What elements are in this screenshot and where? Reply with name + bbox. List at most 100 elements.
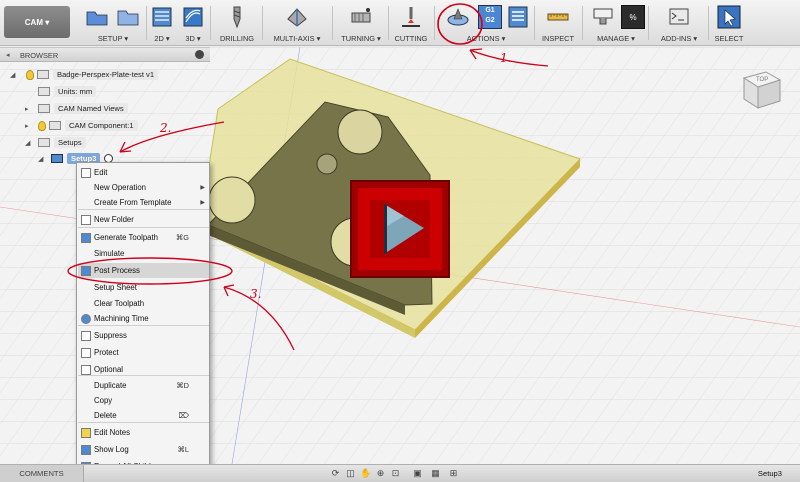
group-turning[interactable]: TURNING ▾	[336, 0, 386, 46]
menu-item-suppress[interactable]: Suppress	[78, 328, 209, 343]
add-ins-icon[interactable]	[667, 5, 691, 29]
multi-axis-icon[interactable]	[285, 5, 309, 29]
expand-triangle-icon[interactable]: ▸	[25, 105, 33, 113]
setup-folder-icon[interactable]	[85, 5, 109, 29]
pan-icon[interactable]: ✋	[360, 468, 371, 479]
simulate-icon[interactable]	[446, 5, 470, 29]
hole-left	[208, 176, 256, 224]
setup-sheet-icon[interactable]	[506, 5, 530, 29]
menu-item-label: Simulate	[94, 249, 125, 258]
collapse-triangle-icon[interactable]: ◢	[38, 155, 46, 163]
collapse-browser-icon[interactable]: ◂	[6, 51, 10, 59]
menu-item-new-folder[interactable]: New Folder	[78, 212, 209, 227]
tree-item-named-views[interactable]: ▸ CAM Named Views	[25, 100, 128, 117]
tree-item-setups[interactable]: ◢ Setups	[25, 134, 86, 151]
group-add-ins[interactable]: ADD-INS ▾	[654, 0, 704, 46]
toolbar-divider	[388, 6, 389, 40]
menu-item-new-operation[interactable]: New Operation ▶	[78, 180, 209, 195]
select-arrow-icon[interactable]	[717, 5, 741, 29]
group-manage[interactable]: % MANAGE ▾	[588, 0, 645, 46]
menu-item-machining-time[interactable]: Machining Time	[78, 311, 209, 326]
3d-milling-icon[interactable]	[181, 5, 205, 29]
expand-triangle-icon[interactable]: ▸	[25, 122, 33, 130]
orbit-icon[interactable]: ⟳	[330, 468, 341, 479]
group-multi-axis[interactable]: MULTI-AXIS ▾	[268, 0, 326, 46]
comments-tab[interactable]: COMMENTS	[0, 465, 84, 482]
menu-item-delete[interactable]: Delete ⌦	[78, 408, 209, 423]
viewports-icon[interactable]: ⊞	[448, 468, 459, 479]
drill-icon[interactable]	[225, 5, 249, 29]
menu-item-label: Create From Template	[94, 198, 172, 207]
toolbar-divider	[708, 6, 709, 40]
menu-item-post-process[interactable]: Post Process	[78, 263, 209, 278]
tree-item-document[interactable]: ◢ Badge-Perspex-Plate-test v1	[10, 66, 159, 83]
post-process-g1g2-icon[interactable]: G1 G2	[478, 5, 502, 29]
play-video-overlay[interactable]	[350, 180, 450, 278]
group-setup[interactable]: SETUP ▾	[80, 0, 146, 46]
g2-text: G2	[485, 17, 495, 24]
toolbar-divider	[262, 6, 263, 40]
group-3d[interactable]: 3D ▾	[178, 0, 208, 46]
visibility-bulb-icon[interactable]	[26, 69, 34, 80]
suppress-checkbox-icon	[81, 330, 91, 341]
group-2d[interactable]: 2D ▾	[148, 0, 176, 46]
menu-shortcut: ⌘G	[175, 233, 189, 242]
group-cutting[interactable]: CUTTING	[391, 0, 431, 46]
browser-title: BROWSER	[20, 51, 59, 60]
menu-item-create-from-template[interactable]: Create From Template ▶	[78, 195, 209, 210]
menu-item-duplicate[interactable]: Duplicate ⌘D	[78, 378, 209, 393]
visibility-bulb-icon[interactable]	[38, 120, 46, 131]
group-drilling[interactable]: DRILLING	[214, 0, 260, 46]
display-settings-icon[interactable]: ▣	[412, 468, 423, 479]
show-log-icon	[81, 444, 91, 455]
group-select[interactable]: SELECT	[712, 0, 746, 46]
menu-item-edit[interactable]: Edit	[78, 165, 209, 180]
menu-item-label: Duplicate	[94, 381, 127, 390]
menu-item-simulate[interactable]: Simulate	[78, 246, 209, 261]
turning-icon[interactable]	[349, 5, 373, 29]
menu-item-show-log[interactable]: Show Log ⌘L	[78, 442, 209, 457]
machining-time-icon	[81, 313, 91, 324]
2d-milling-icon[interactable]	[150, 5, 174, 29]
tool-library-icon[interactable]	[591, 5, 615, 29]
menu-item-label: New Folder	[94, 215, 134, 224]
viewcube-icon[interactable]: TOP	[736, 66, 786, 116]
group-actions[interactable]: G1 G2 ACTIONS ▾	[440, 0, 532, 46]
post-library-icon[interactable]: %	[621, 5, 645, 29]
viewcube[interactable]: TOP	[736, 66, 786, 116]
collapse-triangle-icon[interactable]: ◢	[25, 139, 33, 147]
hole-small	[316, 153, 338, 175]
menu-item-protect[interactable]: Protect	[78, 345, 209, 360]
units-icon	[38, 87, 50, 96]
menu-item-copy[interactable]: Copy	[78, 393, 209, 408]
grid-settings-icon[interactable]: ▦	[430, 468, 441, 479]
drilling-label: DRILLING	[219, 34, 255, 43]
fit-icon[interactable]: ⊡	[390, 468, 401, 479]
browser-options-icon[interactable]	[195, 50, 204, 59]
menu-item-label: Generate Toolpath	[94, 233, 159, 242]
menu-item-edit-notes[interactable]: Edit Notes	[78, 425, 209, 440]
menu-item-clear-toolpath[interactable]: Clear Toolpath	[78, 296, 209, 311]
turning-label: TURNING	[341, 34, 375, 43]
optional-checkbox-icon	[81, 364, 91, 375]
hole-top	[337, 109, 383, 155]
menu-item-optional[interactable]: Optional	[78, 362, 209, 377]
open-folder-icon[interactable]	[116, 5, 140, 29]
ruler-icon[interactable]	[546, 5, 570, 29]
toolbar: CAM ▾ SETUP ▾ 2D ▾ 3D ▾ DRILLING MULTI-A…	[0, 0, 800, 46]
look-at-icon[interactable]: ◫	[345, 468, 356, 479]
submenu-arrow-icon: ▶	[200, 185, 205, 191]
workspace-switcher[interactable]: CAM ▾	[4, 6, 70, 38]
browser-header[interactable]: ◂ BROWSER	[0, 47, 210, 62]
menu-item-generate-toolpath[interactable]: Generate Toolpath ⌘G	[78, 230, 209, 245]
collapse-triangle-icon[interactable]: ◢	[10, 71, 18, 79]
select-label: SELECT	[714, 34, 744, 43]
zoom-icon[interactable]: ⊕	[375, 468, 386, 479]
tree-item-cam-component[interactable]: ▸ CAM Component:1	[25, 117, 138, 134]
inspect-label: INSPECT	[541, 34, 575, 43]
cutting-icon[interactable]	[399, 5, 423, 29]
tree-item-units[interactable]: Units: mm	[38, 83, 97, 100]
menu-item-setup-sheet[interactable]: Setup Sheet	[78, 280, 209, 295]
group-inspect[interactable]: INSPECT	[536, 0, 580, 46]
menu-shortcut: ⌘D	[176, 381, 189, 390]
